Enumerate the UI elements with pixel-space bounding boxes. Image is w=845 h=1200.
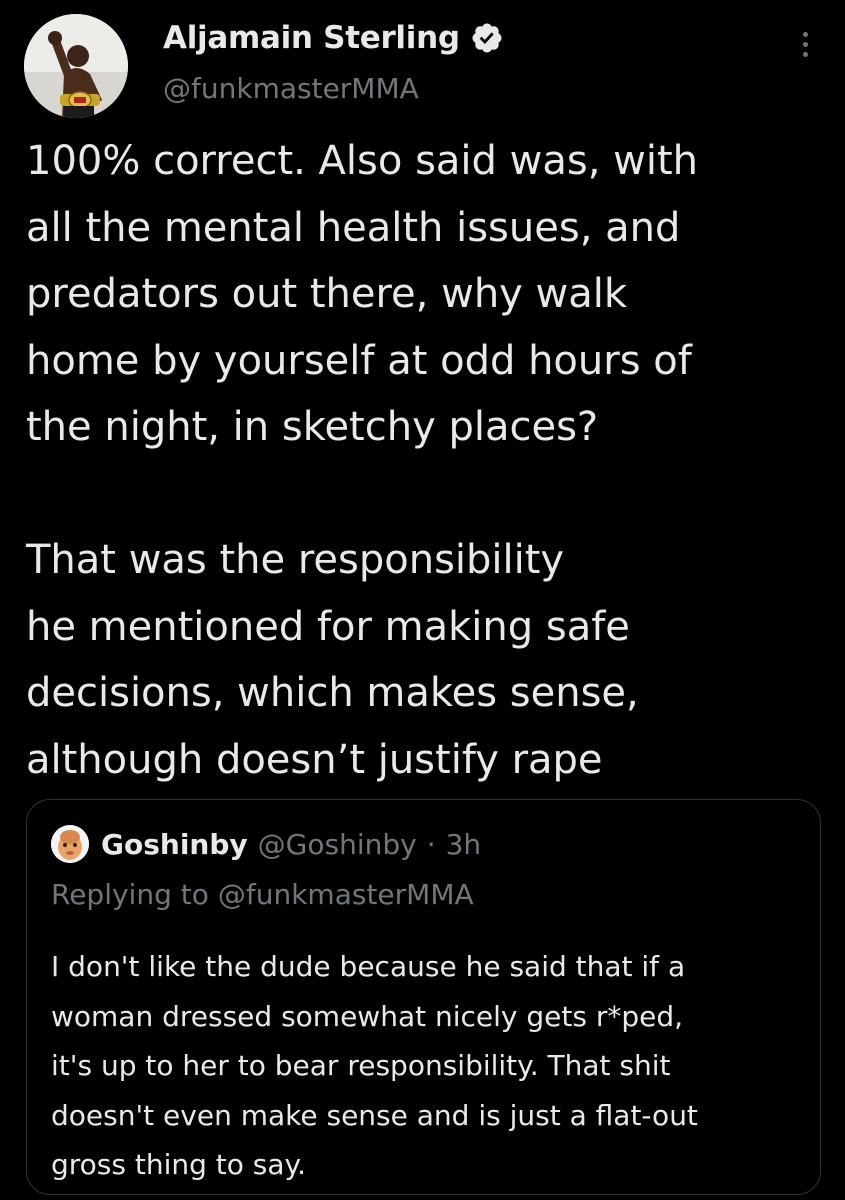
tweet: Aljamain Sterling @funkmasterMMA 100% co… xyxy=(0,0,845,1200)
author-avatar[interactable] xyxy=(24,14,128,118)
quoted-tweet[interactable]: Goshinby @Goshinby · 3h Replying to @fun… xyxy=(26,799,821,1195)
tweet-text: 100% correct. Also said was, with all th… xyxy=(26,128,826,793)
tweet-line: he mentioned for making safe xyxy=(26,603,630,650)
tweet-line: the night, in sketchy places? xyxy=(26,404,599,450)
quoted-timestamp[interactable]: 3h xyxy=(446,828,482,861)
quoted-name[interactable]: Goshinby xyxy=(101,828,248,861)
quoted-avatar-image xyxy=(51,825,89,863)
quoted-text: I don't like the dude because he said th… xyxy=(51,942,811,1190)
tweet-line: predators out there, why walk xyxy=(26,271,628,317)
quoted-line: gross thing to say. xyxy=(51,1148,307,1181)
replying-handle[interactable]: @funkmasterMMA xyxy=(218,878,474,911)
quoted-handle[interactable]: @Goshinby xyxy=(258,828,417,861)
tweet-line: That was the responsibility xyxy=(26,537,565,583)
quoted-line: it's up to her to bear responsibility. T… xyxy=(51,1049,671,1082)
quoted-line: woman dressed somewhat nicely gets r*ped… xyxy=(51,999,684,1033)
quoted-line: I don't like the dude because he said th… xyxy=(51,950,686,983)
separator-dot: · xyxy=(426,828,436,861)
replying-to: Replying to @funkmasterMMA xyxy=(51,878,474,911)
replying-prefix: Replying to xyxy=(51,878,209,911)
quoted-header: Goshinby @Goshinby · 3h xyxy=(101,828,481,861)
quoted-avatar[interactable] xyxy=(51,825,89,863)
author-handle[interactable]: @funkmasterMMA xyxy=(163,72,419,105)
tweet-line: although doesn’t justify rape xyxy=(26,736,603,783)
tweet-line: home by yourself at odd hours of xyxy=(26,337,692,384)
quoted-line: doesn't even make sense and is just a fl… xyxy=(51,1098,698,1132)
author-name[interactable]: Aljamain Sterling xyxy=(163,20,460,56)
tweet-line: all the mental health issues, and xyxy=(26,204,681,251)
author-name-row[interactable]: Aljamain Sterling xyxy=(163,20,504,56)
tweet-line: 100% correct. Also said was, with xyxy=(26,138,698,184)
tweet-line: decisions, which makes sense, xyxy=(26,670,639,716)
more-options-icon[interactable] xyxy=(790,24,820,64)
verified-badge-icon xyxy=(472,23,502,53)
avatar-image xyxy=(24,14,128,118)
